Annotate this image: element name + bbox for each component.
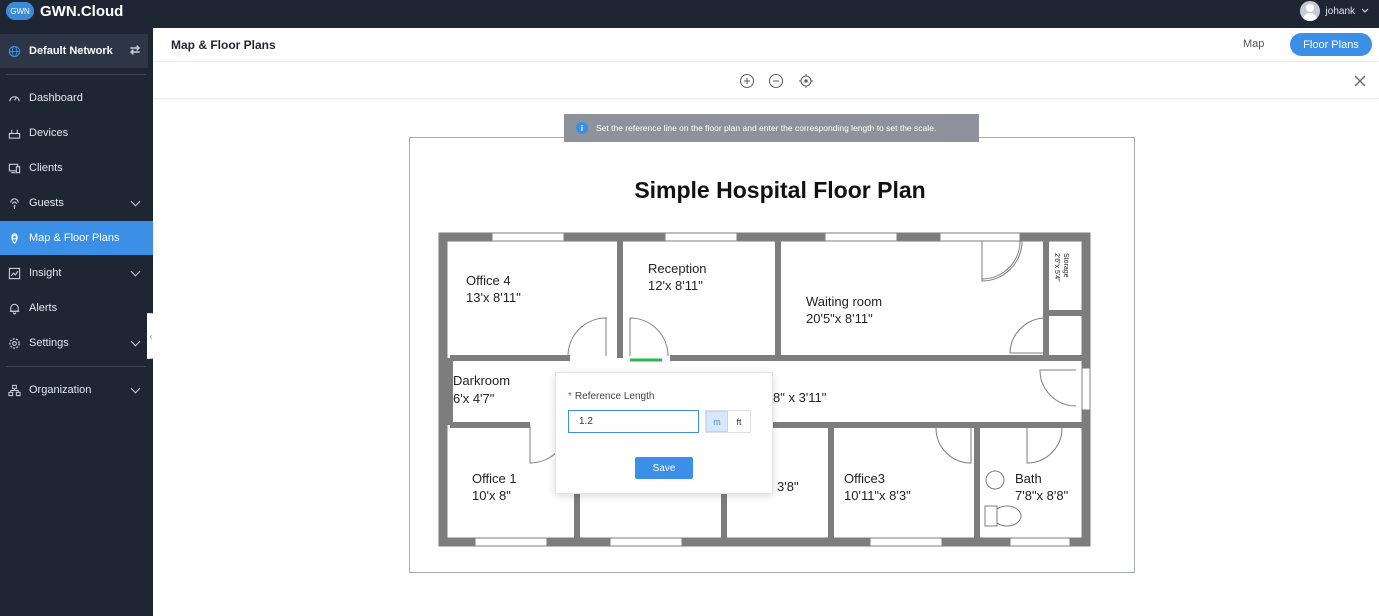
room-name: Office3	[844, 471, 885, 486]
sidebar-item-settings[interactable]: Settings	[0, 326, 153, 360]
page-header: Map & Floor Plans Map Floor Plans	[153, 28, 1379, 62]
room-size: 8" x 3'11"	[773, 390, 827, 405]
sidebar-item-label: Devices	[29, 127, 69, 139]
page-title: Map & Floor Plans	[171, 38, 276, 52]
sidebar-item-map-floor-plans[interactable]: Map & Floor Plans	[0, 221, 153, 255]
save-button[interactable]: Save	[635, 457, 693, 479]
room-size: 12'x 8'11"	[648, 278, 703, 293]
locate-icon[interactable]	[798, 73, 814, 89]
tab-floor-plans[interactable]: Floor Plans	[1290, 33, 1372, 56]
reference-length-input[interactable]: 1.2	[568, 410, 699, 433]
unit-meters-button[interactable]: m	[706, 411, 728, 432]
room-size: 20'5"x 8'11"	[806, 311, 873, 326]
network-name: Default Network	[29, 45, 113, 57]
clients-icon	[8, 163, 21, 173]
bell-icon	[9, 303, 20, 314]
room-size: 10'x 8"	[472, 488, 511, 503]
sidebar-item-devices[interactable]: Devices	[0, 116, 153, 150]
dashboard-icon	[9, 95, 20, 101]
sidebar-item-label: Guests	[29, 197, 64, 209]
sidebar-item-label: Settings	[29, 337, 69, 349]
room-name: Waiting room	[806, 294, 882, 309]
reference-length-label: * Reference Length	[568, 391, 655, 402]
sidebar-item-label: Organization	[29, 384, 92, 396]
unit-toggle: m ft	[705, 410, 751, 433]
organization-icon	[8, 384, 21, 396]
sidebar-item-clients[interactable]: Clients	[0, 151, 153, 185]
sidebar-item-dashboard[interactable]: Dashboard	[0, 81, 153, 115]
sidebar-item-organization[interactable]: Organization	[0, 373, 153, 407]
insight-icon	[8, 267, 21, 279]
scale-hint: i Set the reference line on the floor pl…	[564, 114, 979, 142]
room-size: 3'8"	[777, 479, 799, 494]
sidebar-item-guests[interactable]: Guests	[0, 186, 153, 220]
top-bar: GWN GWN.Cloud johank	[0, 0, 1379, 28]
room-name: Office 4	[466, 273, 511, 288]
floorplan-title: Simple Hospital Floor Plan	[634, 177, 925, 203]
devices-icon	[8, 129, 21, 139]
chevron-down-icon	[130, 196, 141, 207]
room-name: Office 1	[472, 471, 517, 486]
chevron-down-icon	[130, 336, 141, 347]
sidebar-item-alerts[interactable]: Alerts	[0, 291, 153, 325]
room-size: 7'8"x 8'8"	[1015, 488, 1069, 503]
room-name: Storage	[1062, 253, 1069, 278]
floorplan-toolbar	[153, 63, 1379, 99]
room-name: Darkroom	[453, 373, 510, 388]
unit-feet-button[interactable]: ft	[728, 411, 750, 432]
swap-icon[interactable]: ⇄	[130, 43, 140, 57]
brand-logo: GWN	[6, 2, 34, 20]
divider	[6, 74, 146, 75]
sidebar: Default Network ⇄ Dashboard Devices Clie…	[0, 28, 153, 616]
chevron-down-icon	[130, 266, 141, 277]
chevron-down-icon	[130, 383, 141, 394]
floorplan-image[interactable]: Simple Hospital Floor Plan Office 4 13'x…	[409, 137, 1135, 573]
room-size: 6'x 4'7"	[453, 391, 495, 406]
network-selector[interactable]: Default Network ⇄	[0, 34, 148, 68]
room-size: 2'6"x 5'4"	[1053, 253, 1060, 282]
sidebar-item-label: Clients	[29, 162, 63, 174]
floorplan-drawing: Simple Hospital Floor Plan Office 4 13'x…	[438, 177, 1091, 547]
user-menu[interactable]: johank	[1299, 1, 1369, 21]
sidebar-item-label: Dashboard	[29, 92, 83, 104]
zoom-out-icon[interactable]	[768, 73, 784, 89]
brand-name: GWN.Cloud	[40, 2, 124, 20]
divider	[6, 366, 146, 367]
globe-icon	[8, 45, 21, 57]
zoom-in-icon[interactable]	[739, 73, 755, 89]
gear-icon	[9, 337, 20, 349]
user-name: johank	[1325, 5, 1355, 17]
hint-text: Set the reference line on the floor plan…	[596, 123, 937, 133]
room-name: Reception	[648, 261, 707, 276]
room-name: Bath	[1015, 471, 1042, 486]
sidebar-item-label: Alerts	[29, 302, 58, 314]
sidebar-item-label: Map & Floor Plans	[29, 232, 120, 244]
sidebar-item-label: Insight	[29, 267, 62, 279]
chevron-down-icon	[1361, 8, 1369, 13]
brand[interactable]: GWN GWN.Cloud	[6, 2, 123, 20]
room-size: 10'11"x 8'3"	[844, 488, 911, 503]
avatar	[1299, 1, 1320, 21]
tab-map[interactable]: Map	[1243, 38, 1264, 50]
sidebar-item-insight[interactable]: Insight	[0, 256, 153, 290]
map-icon	[11, 232, 18, 244]
close-icon[interactable]	[1352, 73, 1368, 89]
reference-length-dialog: * Reference Length 1.2 m ft Save	[555, 372, 773, 494]
guests-icon	[10, 197, 19, 209]
info-icon: i	[576, 122, 588, 134]
room-size: 13'x 8'11"	[466, 290, 521, 305]
